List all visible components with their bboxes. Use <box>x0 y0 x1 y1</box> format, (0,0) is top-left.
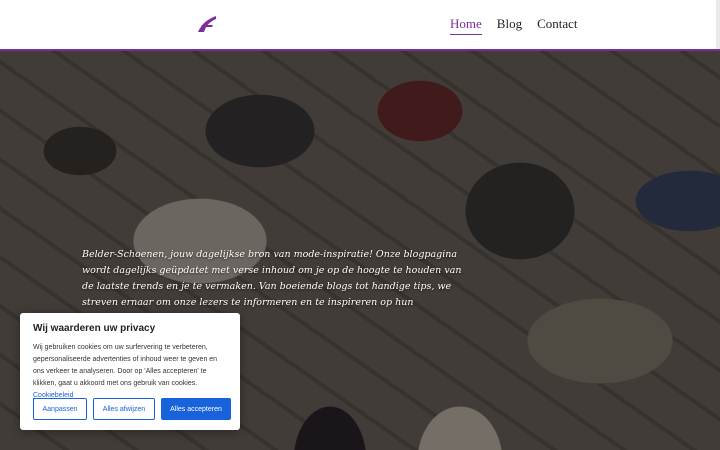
nav-contact-link[interactable]: Contact <box>537 16 577 35</box>
nav-blog-link[interactable]: Blog <box>497 16 522 35</box>
cookie-body-text: Wij gebruiken cookies om uw surfervering… <box>33 344 218 387</box>
customize-button[interactable]: Aanpassen <box>33 398 87 420</box>
nav-home-link[interactable]: Home <box>450 16 482 35</box>
site-header: Home Blog Contact <box>0 0 720 51</box>
reject-all-button[interactable]: Alles afwijzen <box>93 398 155 420</box>
main-nav: Home Blog Contact <box>450 16 578 35</box>
cookie-buttons: Aanpassen Alles afwijzen Alles acceptere… <box>33 398 231 420</box>
accept-all-button[interactable]: Alles accepteren <box>161 398 231 420</box>
scrollbar[interactable] <box>716 0 720 49</box>
cookie-title: Wij waarderen uw privacy <box>33 323 156 334</box>
logo-icon[interactable] <box>196 14 218 34</box>
cookie-consent-dialog: Wij waarderen uw privacy Wij gebruiken c… <box>20 313 240 430</box>
cookie-body: Wij gebruiken cookies om uw surfervering… <box>33 342 227 402</box>
